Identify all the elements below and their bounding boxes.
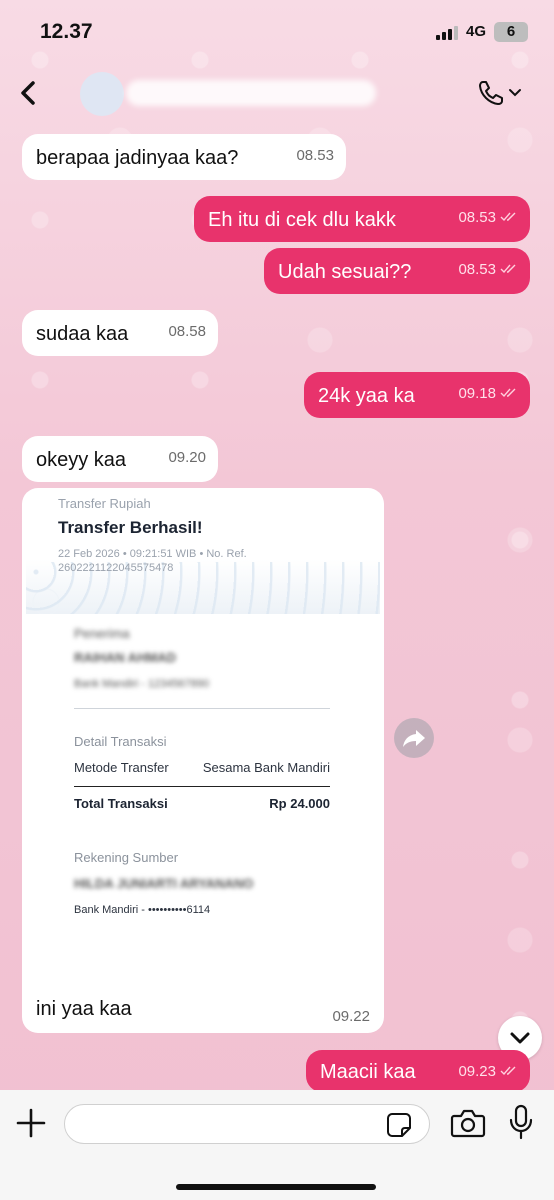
contact-name[interactable] [126,80,376,106]
receipt-title: Transfer Berhasil! [58,518,203,537]
image-caption: ini yaa kaa [36,998,132,1020]
recipient-label: Penerima [74,626,130,641]
message-time: 09.23 [458,1063,496,1080]
message-bubble-incoming[interactable]: sudaa kaa 08.58 [22,310,218,356]
message-time: 08.58 [168,323,206,340]
status-time: 12.37 [40,20,93,43]
message-bubble-outgoing[interactable]: Maacii kaa 09.23 [306,1050,530,1092]
message-time: 08.53 [458,209,496,226]
message-bubble-incoming[interactable]: berapaa jadinyaa kaa? 08.53 [22,134,346,180]
phone-icon[interactable] [476,78,506,108]
source-name: HILDA JUNIARTI ARYANANO [74,876,254,891]
battery-indicator: 6 [494,22,528,42]
camera-icon[interactable] [450,1108,486,1138]
message-bubble-outgoing[interactable]: Eh itu di cek dlu kakk 08.53 [194,196,530,242]
microphone-icon[interactable] [508,1104,534,1140]
receipt-ref-number: 2602221122045575478 [58,562,174,574]
transfer-receipt-image[interactable]: Transfer Rupiah Transfer Berhasil! 22 Fe… [26,492,380,960]
message-bubble-outgoing[interactable]: 24k yaa ka 09.18 [304,372,530,418]
message-bubble-outgoing[interactable]: Udah sesuai?? 08.53 [264,248,530,294]
method-label: Metode Transfer [74,760,169,775]
message-text: Eh itu di cek dlu kakk [208,209,396,231]
receipt-date: 22 Feb 2026 • 09:21:51 WIB • No. Ref. [58,548,247,560]
message-text: okeyy kaa [36,449,127,471]
signal-icon [436,26,460,40]
forward-icon [403,730,425,747]
message-time: 09.20 [168,449,206,466]
source-bank: Bank Mandiri - ••••••••••6114 [74,904,211,916]
avatar[interactable] [80,72,124,116]
receipt-header-small: Transfer Rupiah [58,496,151,511]
message-bubble-incoming[interactable]: okeyy kaa 09.20 [22,436,218,482]
sticker-icon[interactable] [386,1112,412,1138]
message-time: 09.22 [332,1008,370,1025]
message-time: 08.53 [296,147,334,164]
chevron-down-icon[interactable] [508,86,522,100]
back-icon[interactable] [14,78,44,108]
image-message-incoming[interactable]: Transfer Rupiah Transfer Berhasil! 22 Fe… [22,488,384,1033]
read-ticks-icon [500,264,516,274]
forward-button[interactable] [394,718,434,758]
message-input-bar [0,1090,554,1200]
recipient-bank: Bank Mandiri - 1234567890 [74,678,210,690]
read-ticks-icon [500,1066,516,1076]
message-text: Udah sesuai?? [278,261,412,283]
message-text: berapaa jadinyaa kaa? [36,147,239,169]
network-type: 4G [466,23,487,40]
message-text: 24k yaa ka [318,385,415,407]
recipient-name: RAIHAN AHMAD [74,650,177,665]
total-value: Rp 24.000 [269,796,330,811]
source-label: Rekening Sumber [74,850,179,865]
detail-label: Detail Transaksi [74,734,167,749]
message-time: 09.18 [458,385,496,402]
read-ticks-icon [500,212,516,222]
chat-header [0,62,554,124]
message-time: 08.53 [458,261,496,278]
home-indicator [176,1184,376,1190]
read-ticks-icon [500,388,516,398]
status-bar: 12.37 4G 6 [0,0,554,62]
plus-icon[interactable] [14,1106,48,1140]
message-text: sudaa kaa [36,323,129,345]
message-text: Maacii kaa [320,1061,416,1083]
total-label: Total Transaksi [74,796,168,811]
method-value: Sesama Bank Mandiri [202,760,330,775]
message-input[interactable] [64,1104,430,1144]
